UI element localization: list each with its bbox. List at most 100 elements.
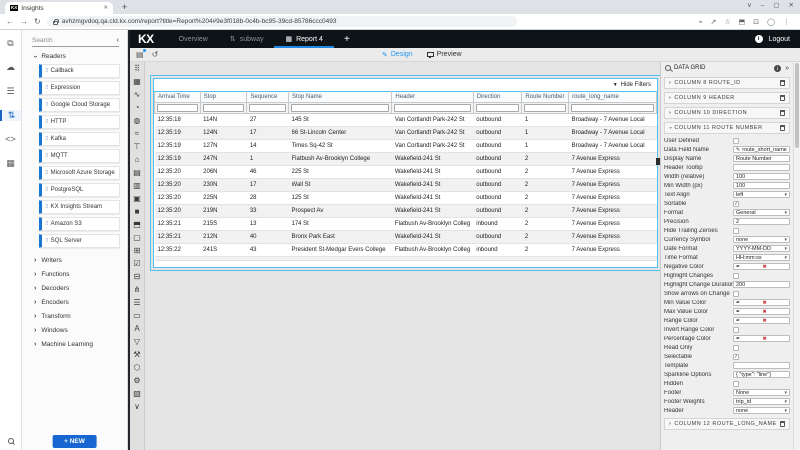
- inspector-scrollbar[interactable]: [793, 62, 800, 450]
- share-icon[interactable]: ↗: [711, 18, 717, 26]
- input-sparkline-options[interactable]: { "type": "line"}: [733, 371, 790, 379]
- clear-color-icon[interactable]: ✖: [742, 336, 787, 342]
- input-display-name[interactable]: Route Number: [733, 155, 790, 163]
- inspector-section-column-10-direction[interactable]: ›COLUMN 10 DIRECTION: [664, 107, 790, 119]
- extensions-icon[interactable]: ⬒: [739, 18, 746, 26]
- settings-gear-icon[interactable]: ⚙: [133, 377, 140, 385]
- sidebar-item-callback[interactable]: ⠿Callback: [39, 64, 120, 78]
- close-button[interactable]: ✕: [789, 1, 794, 9]
- sidebar-item-sql-server[interactable]: ⠿SQL Server: [39, 234, 120, 248]
- sidebar-group-writers[interactable]: ›Writers: [22, 251, 127, 265]
- analytics-icon[interactable]: ▦: [0, 158, 21, 169]
- text-field-icon[interactable]: ▭: [133, 312, 141, 320]
- column-header-route-number[interactable]: Route Number: [522, 92, 569, 103]
- logout-button[interactable]: Logout: [769, 36, 790, 43]
- tab-close-icon[interactable]: ✕: [103, 5, 108, 11]
- clear-color-icon[interactable]: ✖: [742, 300, 787, 306]
- trash-icon[interactable]: [780, 110, 785, 116]
- filter-input-stop-name[interactable]: [291, 104, 389, 112]
- panel-split-icon[interactable]: ⬒: [133, 221, 141, 229]
- reading-list-icon[interactable]: ⊡: [753, 18, 759, 26]
- column-header-arrival-time[interactable]: Arrival Time: [155, 92, 201, 103]
- checkbox-user-defined[interactable]: [733, 138, 739, 144]
- trash-icon[interactable]: [780, 80, 785, 86]
- table-row[interactable]: 12:35:19247N1Flatbush Av-Brooklyn Colleg…: [155, 153, 657, 166]
- sidebar-group-transform[interactable]: ›Transform: [22, 307, 127, 321]
- checkbox-highlight-changes[interactable]: [733, 273, 739, 279]
- line-chart-icon[interactable]: ∿: [134, 91, 141, 99]
- input-header-tooltip[interactable]: [733, 164, 790, 172]
- sparkline-icon[interactable]: ≈: [135, 130, 139, 138]
- sidebar-group-readers[interactable]: › Readers: [22, 47, 127, 61]
- input-highlight-change-duration[interactable]: 200: [733, 281, 790, 289]
- layout-rows-icon[interactable]: ▤: [133, 169, 141, 177]
- color-range-color[interactable]: ✒✖: [733, 317, 790, 325]
- checkbox-show-arrows-on-change[interactable]: [733, 291, 739, 297]
- save-icon[interactable]: ▤: [136, 50, 144, 59]
- donut-chart-icon[interactable]: ◍: [134, 117, 141, 125]
- add-report-tab-button[interactable]: +: [334, 30, 360, 48]
- input-template[interactable]: [733, 362, 790, 370]
- inspector-section-column-11-route-number[interactable]: ›COLUMN 11 ROUTE NUMBER: [664, 122, 790, 134]
- input-precision[interactable]: 2: [733, 218, 790, 226]
- check-circle-icon[interactable]: ☑: [133, 260, 140, 268]
- checkbox-sortable[interactable]: ✓: [733, 201, 739, 207]
- calendar-icon[interactable]: ⊟: [134, 273, 141, 281]
- table-row[interactable]: 12:35:20230N17Wall StWakefield-241 Stout…: [155, 179, 657, 192]
- table-row[interactable]: 12:35:21215S13174 StFlatbush Av-Brooklyn…: [155, 218, 657, 231]
- sidebar-item-postgresql[interactable]: ⠿PostgreSQL: [39, 183, 120, 197]
- column-header-stop[interactable]: Stop: [200, 92, 247, 103]
- select-footer-weights[interactable]: trip_id▾: [733, 398, 790, 406]
- new-button[interactable]: + NEW: [52, 435, 97, 448]
- input-data-field-name[interactable]: ✎route_short_name: [733, 146, 790, 154]
- select-header[interactable]: none▾: [733, 407, 790, 415]
- color-max-value-color[interactable]: ✒✖: [733, 308, 790, 316]
- home-icon[interactable]: ⌂: [135, 156, 140, 164]
- sidebar-group-decoders[interactable]: ›Decoders: [22, 279, 127, 293]
- tab-overview[interactable]: Overview: [168, 30, 219, 48]
- color-min-value-color[interactable]: ✒✖: [733, 299, 790, 307]
- table-row[interactable]: 12:35:18114N27145 StVan Cortlandt Park-2…: [155, 114, 657, 127]
- filter-input-route-number[interactable]: [524, 104, 566, 112]
- table-row[interactable]: 12:35:19124N1766 St-Lincoln CenterVan Co…: [155, 127, 657, 140]
- code-icon[interactable]: <>: [0, 134, 21, 145]
- design-mode-button[interactable]: ✎Design: [382, 51, 413, 59]
- checkbox-selectable[interactable]: ✓: [733, 354, 739, 360]
- hierarchy-icon[interactable]: ⋔: [134, 286, 141, 294]
- filter-input-route-long-name[interactable]: [571, 104, 654, 112]
- panel-empty-icon[interactable]: ▢: [133, 234, 141, 242]
- checkbox-read-only[interactable]: [733, 345, 739, 351]
- collapse-panel-icon[interactable]: »: [785, 65, 789, 72]
- filter-input-header[interactable]: [394, 104, 470, 112]
- sidebar-group-machine-learning[interactable]: ›Machine Learning: [22, 335, 127, 349]
- checkbox-hidden[interactable]: [733, 381, 739, 387]
- trash-icon[interactable]: [780, 421, 785, 427]
- column-header-header[interactable]: Header: [392, 92, 473, 103]
- select-format[interactable]: General▾: [733, 209, 790, 217]
- filter-input-stop[interactable]: [203, 104, 245, 112]
- checkbox-invert-range-color[interactable]: [733, 327, 739, 333]
- report-canvas[interactable]: ▼ Hide Filters Arrival TimeStopSequenceS…: [145, 62, 660, 450]
- bookmark-star-icon[interactable]: ☆: [724, 18, 730, 26]
- filter-input-direction[interactable]: [476, 104, 520, 112]
- select-currency-symbol[interactable]: none▾: [733, 236, 790, 244]
- collapse-sidebar-icon[interactable]: ‹: [117, 37, 119, 44]
- panel-solid-icon[interactable]: ■: [135, 208, 140, 216]
- sidebar-item-microsoft-azure-storage[interactable]: ⠿Microsoft Azure Storage: [39, 166, 120, 180]
- pie-chart-icon[interactable]: ◔: [135, 104, 140, 112]
- tab-report-4[interactable]: ▦Report 4: [274, 30, 333, 48]
- tools-icon[interactable]: ⚒: [133, 351, 140, 359]
- list-view-icon[interactable]: ☰: [133, 299, 140, 307]
- cloud-upload-icon[interactable]: ☁: [0, 62, 21, 73]
- input-min-width-px[interactable]: 100: [733, 182, 790, 190]
- breakdown-icon[interactable]: ⊤: [134, 143, 141, 151]
- trash-icon[interactable]: [780, 125, 785, 131]
- browser-tab[interactable]: KX Insights ✕: [5, 2, 113, 14]
- color-percentage-color[interactable]: ✒✖: [733, 335, 790, 343]
- table-row[interactable]: 12:35:20225N28125 StWakefield-241 Stoutb…: [155, 192, 657, 205]
- table-row-partial[interactable]: 12:35:22107S34New Lots AvFlatbush Av-Bro…: [155, 257, 657, 261]
- filter-input-sequence[interactable]: [249, 104, 286, 112]
- box-3d-icon[interactable]: ⬡: [134, 364, 141, 372]
- tabs-panel-icon[interactable]: ⊞: [134, 247, 141, 255]
- select-footer[interactable]: None▾: [733, 389, 790, 397]
